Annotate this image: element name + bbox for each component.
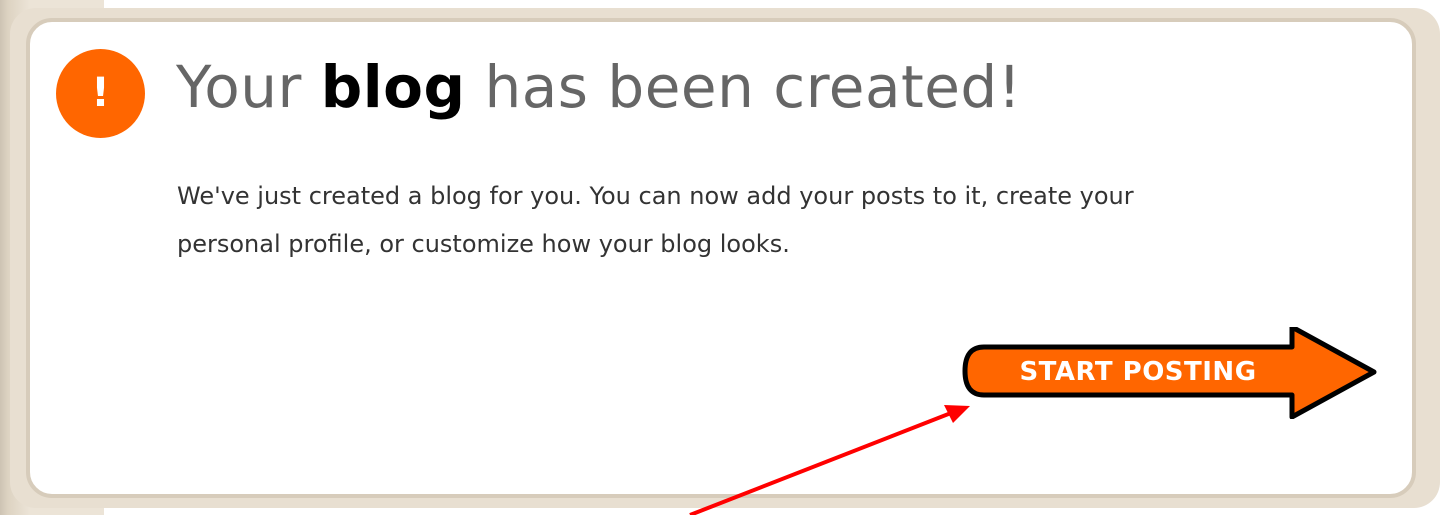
- confirmation-message: We've just created a blog for you. You c…: [177, 172, 1367, 268]
- start-posting-button[interactable]: START POSTING: [962, 327, 1380, 419]
- page-title: Your blog has been created!: [176, 44, 1021, 130]
- start-posting-label: START POSTING: [1019, 357, 1257, 387]
- blog-created-page: ! Your blog has been created! We've just…: [0, 0, 1452, 515]
- title-prefix: Your: [176, 53, 321, 121]
- message-line-2: personal profile, or customize how your …: [177, 230, 790, 258]
- message-line-1: We've just created a blog for you. You c…: [177, 182, 1134, 210]
- title-suffix: has been created!: [465, 53, 1022, 121]
- title-emphasis: blog: [320, 53, 466, 121]
- exclamation-icon: !: [56, 49, 145, 138]
